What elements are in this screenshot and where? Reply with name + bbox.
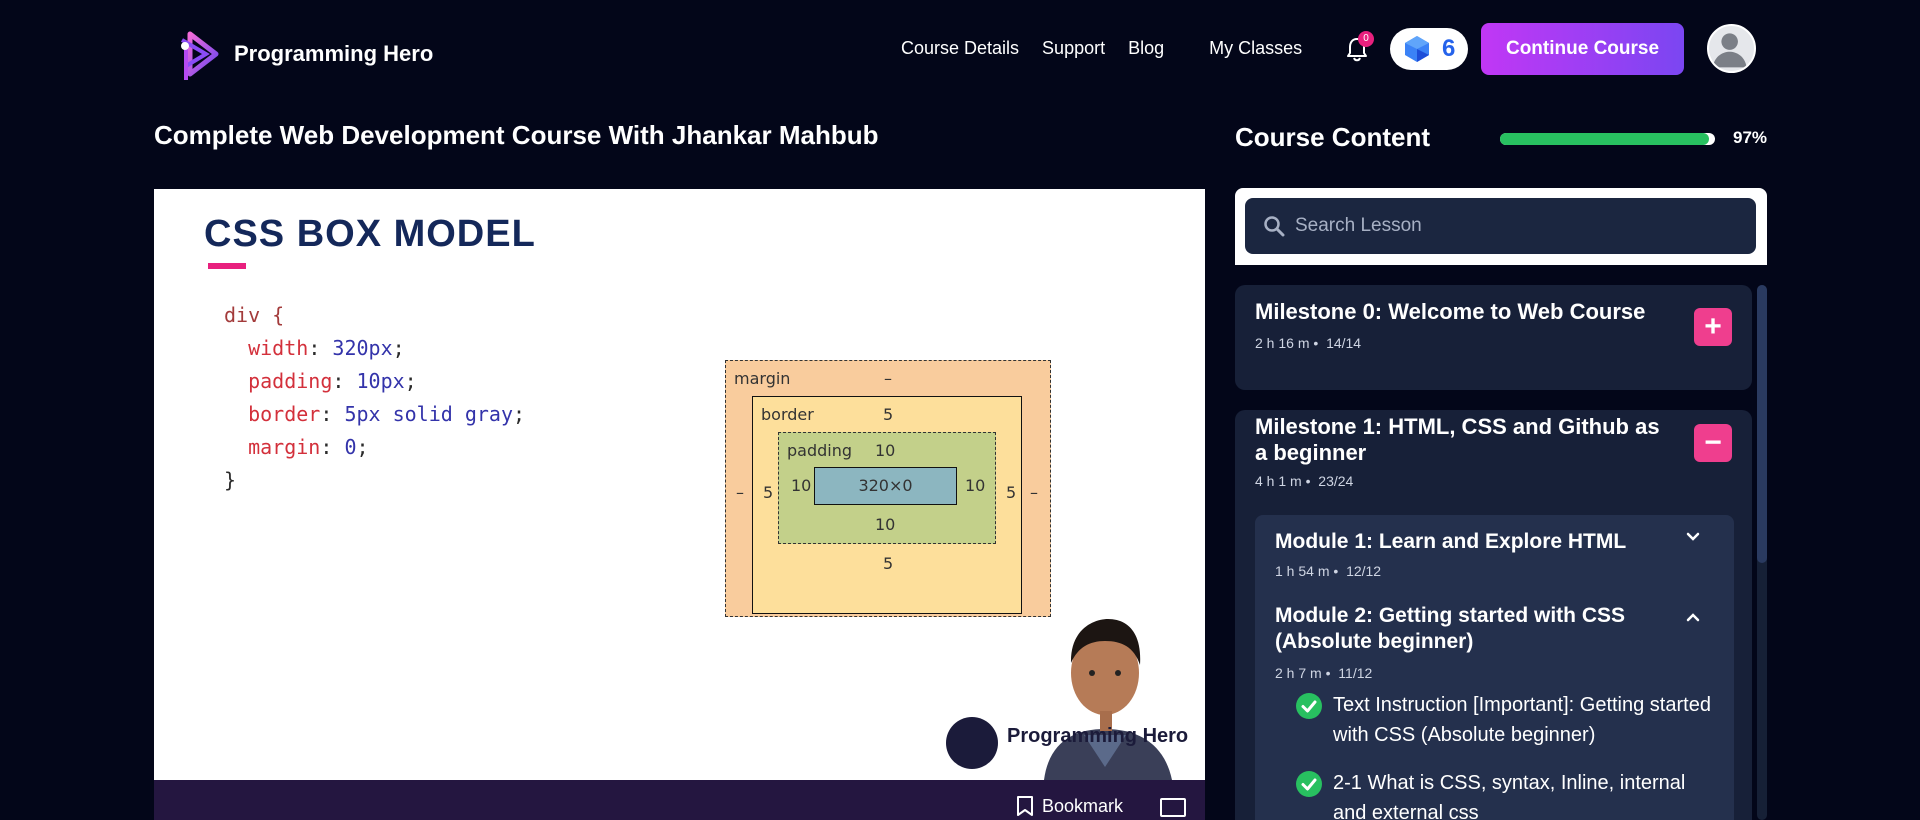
- brand-logo[interactable]: Programming Hero: [176, 26, 433, 82]
- video-player[interactable]: CSS BOX MODEL div { width: 320px; paddin…: [154, 189, 1205, 780]
- border-left-value: 5: [763, 483, 774, 502]
- presenter-image: [1044, 619, 1172, 780]
- scrollbar-thumb[interactable]: [1757, 285, 1767, 563]
- main-nav: Course Details Support Blog My Classes: [901, 38, 1325, 59]
- nav-my-classes[interactable]: My Classes: [1209, 38, 1302, 59]
- nav-blog[interactable]: Blog: [1128, 38, 1164, 59]
- milestone-title: Milestone 1: HTML, CSS and Github as a b…: [1255, 414, 1660, 465]
- lesson-title: 2-1 What is CSS, syntax, Inline, interna…: [1333, 772, 1686, 820]
- margin-left-value: –: [736, 483, 744, 502]
- milestone-meta: 2 h 16 m • 14/14: [1255, 335, 1362, 351]
- course-progress-bar: [1500, 133, 1715, 145]
- module-duration: 1 h 54 m: [1275, 563, 1330, 579]
- module-title[interactable]: Module 2: Getting started with CSS (Abso…: [1275, 603, 1675, 655]
- course-title: Complete Web Development Course With Jha…: [154, 120, 879, 150]
- module-meta: 2 h 7 m • 11/12: [1275, 665, 1373, 681]
- border-top-value: 5: [883, 405, 894, 424]
- module-meta: 1 h 54 m • 12/12: [1275, 563, 1382, 579]
- progress-fill: [1500, 133, 1709, 145]
- milestone-count: 23/24: [1318, 473, 1354, 489]
- margin-top-value: –: [884, 369, 892, 388]
- bookmark-button[interactable]: Bookmark: [1016, 795, 1123, 817]
- slide-title: CSS BOX MODEL: [204, 213, 536, 255]
- progress-label: 97%: [1733, 128, 1768, 147]
- lesson-item[interactable]: Text Instruction [Important]: Getting st…: [1295, 690, 1723, 750]
- code-line: }: [224, 468, 237, 492]
- bookmark-icon: [1017, 796, 1033, 816]
- user-avatar-icon: [1712, 33, 1747, 68]
- milestone-count: 14/14: [1326, 335, 1362, 351]
- border-box: border 5 5 5 5 padding 10 10 10 10 320×0: [752, 396, 1022, 614]
- border-right-value: 5: [1006, 483, 1017, 502]
- slide-underline: [208, 263, 246, 269]
- module-count: 11/12: [1338, 665, 1373, 681]
- search-icon: [1264, 216, 1285, 237]
- avatar[interactable]: [1707, 24, 1756, 73]
- module-title[interactable]: Module 1: Learn and Explore HTML: [1275, 529, 1626, 555]
- course-content-title: Course Content: [1235, 122, 1430, 152]
- code-line: width: 320px;: [248, 336, 405, 360]
- box-model-diagram: margin – – – – border 5 5 5 5 padding 10…: [725, 360, 1051, 617]
- padding-bottom-value: 10: [875, 515, 896, 534]
- check-circle-icon: [1296, 693, 1322, 719]
- milestone-item[interactable]: Milestone 0: Welcome to Web Course 2 h 1…: [1235, 285, 1752, 390]
- brand-name: Programming Hero: [234, 41, 434, 66]
- padding-box: padding 10 10 10 10 320×0: [778, 432, 996, 544]
- padding-left-value: 10: [791, 476, 812, 495]
- module-list: Module 1: Learn and Explore HTML 1 h 54 …: [1255, 515, 1734, 820]
- channel-logo: [946, 717, 998, 769]
- lesson-title: Text Instruction [Important]: Getting st…: [1333, 694, 1711, 746]
- continue-course-button[interactable]: Continue Course: [1481, 23, 1684, 75]
- code-line: div {: [224, 303, 285, 327]
- css-code-block: div { width: 320px; padding: 10px; borde…: [224, 299, 525, 497]
- margin-right-value: –: [1030, 483, 1038, 502]
- margin-label: margin: [734, 369, 791, 388]
- milestone-meta: 4 h 1 m • 23/24: [1255, 473, 1354, 489]
- check-circle-icon: [1296, 771, 1322, 797]
- search-panel: [1235, 188, 1767, 265]
- gem-count: 6: [1442, 35, 1456, 62]
- programming-hero-logo-icon: [180, 31, 219, 80]
- code-line: padding: 10px;: [248, 369, 417, 393]
- search-box[interactable]: [1245, 198, 1756, 254]
- milestone-duration: 2 h 16 m: [1255, 335, 1310, 351]
- collapse-button[interactable]: −: [1694, 424, 1732, 462]
- channel-name: Programming Hero: [1007, 725, 1189, 747]
- bookmark-label: Bookmark: [1042, 795, 1124, 816]
- module-count: 12/12: [1346, 563, 1382, 579]
- padding-label: padding: [787, 441, 853, 460]
- chevron-up-icon[interactable]: [1685, 609, 1701, 625]
- milestone-title: Milestone 0: Welcome to Web Course: [1255, 299, 1646, 324]
- module-duration: 2 h 7 m: [1275, 665, 1322, 681]
- gems-counter[interactable]: 6: [1390, 28, 1468, 70]
- screen-icon[interactable]: [1160, 798, 1186, 817]
- nav-course-details[interactable]: Course Details: [901, 38, 1019, 59]
- chevron-down-icon[interactable]: [1685, 529, 1701, 545]
- content-box: 320×0: [814, 467, 957, 505]
- gem-icon: [1405, 36, 1429, 62]
- notification-badge: 0: [1358, 31, 1374, 47]
- code-line: border: 5px solid gray;: [248, 402, 526, 426]
- search-input[interactable]: [1295, 215, 1735, 237]
- border-label: border: [761, 405, 814, 424]
- lesson-item[interactable]: 2-1 What is CSS, syntax, Inline, interna…: [1295, 768, 1723, 820]
- expand-button[interactable]: +: [1694, 308, 1732, 346]
- milestone-duration: 4 h 1 m: [1255, 473, 1302, 489]
- nav-support[interactable]: Support: [1042, 38, 1105, 59]
- padding-top-value: 10: [875, 441, 896, 460]
- code-line: margin: 0;: [248, 435, 369, 459]
- border-bottom-value: 5: [883, 554, 894, 573]
- padding-right-value: 10: [965, 476, 986, 495]
